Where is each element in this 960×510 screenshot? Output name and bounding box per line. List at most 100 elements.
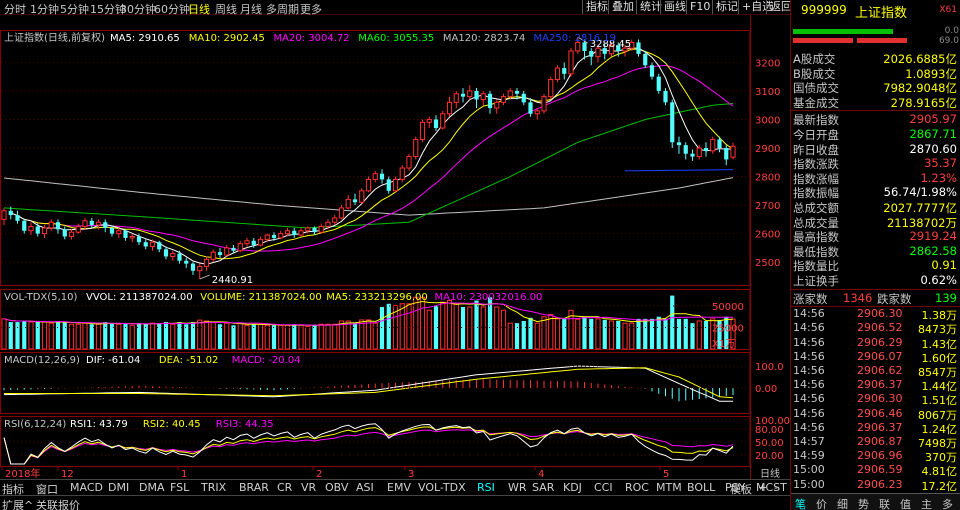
quote-title: 999999 上证指数 X61 <box>791 0 960 22</box>
indicator-tab-16[interactable]: SAR <box>532 481 554 494</box>
chart-area[interactable]: 32003100300029002800270026002500 3288.45… <box>0 15 790 479</box>
tick-row: 15:00 2906.59 4.81亿 <box>791 463 960 478</box>
bottom-control-1[interactable]: + <box>758 481 767 494</box>
candle-body <box>48 221 54 229</box>
indicator-tab-3[interactable]: DMI <box>108 481 129 494</box>
indicator-tab-14[interactable]: RSI <box>477 481 495 494</box>
quote-value: 2919.24 <box>909 229 957 244</box>
bottom-ext-0[interactable]: 扩展^ <box>2 497 33 510</box>
indicator-tab-9[interactable]: VR <box>301 481 316 494</box>
volume-bar <box>616 321 621 349</box>
candle-body <box>312 227 317 233</box>
down-count: 139 <box>935 290 957 305</box>
tick-time: 14:56 <box>793 321 825 335</box>
candle-body <box>1 210 7 220</box>
candle-body <box>345 198 351 209</box>
indicator-tab-18[interactable]: CCI <box>594 481 613 494</box>
indicator-tab-10[interactable]: OBV <box>325 481 348 494</box>
candle-body <box>696 147 702 158</box>
quote-tab-0[interactable]: 笔 <box>795 496 806 510</box>
quote-row: 今日开盘 2867.71 <box>791 127 960 142</box>
candle-body <box>257 238 264 246</box>
divider <box>791 110 960 112</box>
volume-bar <box>177 322 182 349</box>
quote-row: B股成交 1.0893亿 <box>791 66 960 81</box>
candle-body <box>474 90 479 100</box>
y-tick-label: 2600 <box>755 230 780 241</box>
candle-body <box>278 233 284 239</box>
indicator-tab-11[interactable]: ASI <box>356 481 374 494</box>
toolbar-tool-4[interactable]: F10 <box>686 0 713 14</box>
indicator-tab-2[interactable]: MACD <box>70 481 103 494</box>
candle-body <box>528 102 533 114</box>
quote-tab-1[interactable]: 价 <box>816 496 827 510</box>
volume-bar <box>487 297 493 349</box>
volume-bar <box>541 316 547 350</box>
quote-value: 0.62% <box>920 273 957 287</box>
volume-bar <box>474 300 479 349</box>
toolbar-tool-0[interactable]: 指标 <box>582 0 611 14</box>
tick-row: 14:59 2906.96 370万 <box>791 449 960 464</box>
toolbar-tool-3[interactable]: 画线 <box>660 0 689 14</box>
quote-panel: 999999 上证指数 X61 0.0 69.0 A股成交 2026.6885亿 B… <box>790 0 960 510</box>
candle-body <box>75 225 81 233</box>
volume-bar <box>467 306 473 350</box>
indicator-tab-12[interactable]: EMV <box>387 481 411 494</box>
candle-body <box>136 236 142 243</box>
legend-item: MA20: 3004.72 <box>274 33 350 44</box>
indicator-tab-20[interactable]: MTM <box>656 481 682 494</box>
extension-bar: 扩展^ 关联报价 <box>0 495 790 510</box>
bottom-control-2[interactable]: - <box>774 481 778 494</box>
candle-body <box>203 258 210 267</box>
tick-row: 14:56 2906.30 1.38万 <box>791 307 960 322</box>
tick-time: 15:00 <box>793 463 825 477</box>
candle-body <box>656 76 661 91</box>
buy-bar <box>793 29 893 34</box>
quote-tab-6[interactable]: 主 <box>921 496 932 510</box>
indicator-tab-4[interactable]: DMA <box>139 481 165 494</box>
quote-value: 1.0893亿 <box>905 66 957 81</box>
quote-value: 1.23% <box>920 170 957 185</box>
toolbar-tool-1[interactable]: 叠加 <box>608 0 637 14</box>
tick-time: 14:56 <box>793 378 825 392</box>
volume-bar <box>676 318 682 349</box>
candle-body <box>325 221 331 227</box>
tick-row: 15:00 2906.23 17.2亿 <box>791 478 960 493</box>
quote-tab-4[interactable]: 联 <box>879 496 890 510</box>
quote-tab-2[interactable]: 细 <box>837 496 848 510</box>
quote-value: 2905.97 <box>909 112 957 127</box>
indicator-tab-21[interactable]: BOLL <box>687 481 715 494</box>
volume-bar <box>446 300 453 350</box>
buy-sell-bars: 0.0 69.0 <box>791 26 960 46</box>
indicator-tab-17[interactable]: KDJ <box>563 481 582 494</box>
candle-body <box>379 173 385 180</box>
indicator-tab-13[interactable]: VOL-TDX <box>418 481 466 494</box>
candle-body <box>35 226 40 234</box>
volume-bar <box>703 321 709 349</box>
quote-row: 最新指数 2905.97 <box>791 112 960 127</box>
volume-bar <box>643 318 648 349</box>
candle-body <box>453 93 459 103</box>
candle-body <box>68 231 75 237</box>
quote-tab-5[interactable]: 值 <box>900 496 911 510</box>
tick-row: 14:56 2906.07 1.60亿 <box>791 350 960 365</box>
candle-body <box>554 67 561 81</box>
quote-tab-3[interactable]: 势 <box>858 496 869 510</box>
indicator-tab-7[interactable]: BRAR <box>239 481 269 494</box>
volume-bar <box>284 324 291 350</box>
indicator-tab-6[interactable]: TRIX <box>201 481 226 494</box>
quote-tab-7[interactable]: 多 <box>942 496 953 510</box>
volume-bar <box>480 306 486 350</box>
y-tick-label: 3200 <box>755 58 780 69</box>
volume-bar <box>595 318 601 350</box>
indicator-tab-8[interactable]: CR <box>277 481 292 494</box>
indicator-tab-19[interactable]: ROC <box>625 481 649 494</box>
indicator-tab-15[interactable]: WR <box>508 481 527 494</box>
candle-body <box>62 229 67 237</box>
candle-body <box>305 227 311 232</box>
volume-bar <box>203 320 210 350</box>
toolbar-tool-5[interactable]: 标记 <box>712 0 741 14</box>
bottom-ext-1[interactable]: 关联报价 <box>36 497 80 510</box>
indicator-tab-5[interactable]: FSL <box>170 481 189 494</box>
candle-body <box>399 167 405 180</box>
